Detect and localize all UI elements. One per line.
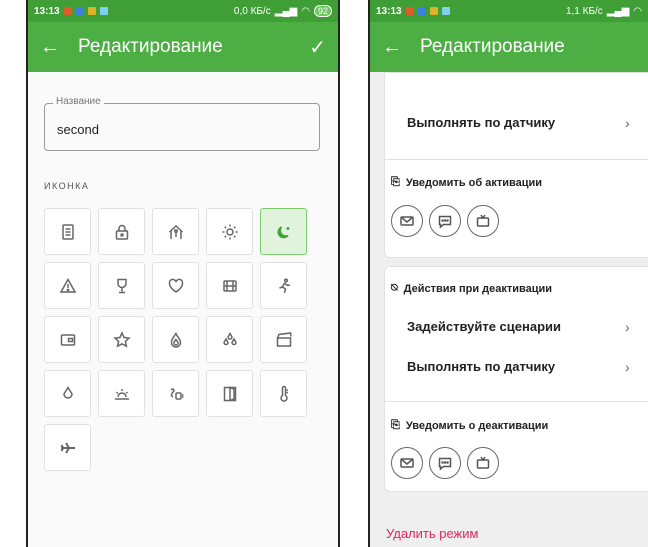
- tv-icon[interactable]: [467, 205, 499, 237]
- notification-bell-icon: ⎘: [391, 419, 400, 431]
- divider: [385, 159, 648, 160]
- running-icon[interactable]: [260, 262, 307, 309]
- name-field-label: Название: [53, 96, 104, 107]
- left-screen: 13:13 0,0 КБ/с ▂▄▆ ◠ 92 ← Редактирование…: [26, 0, 340, 547]
- kettle-icon[interactable]: [152, 370, 199, 417]
- wifi-icon: ◠: [301, 5, 310, 17]
- status-bar: 13:13 1,1 КБ/с ▂▄▆ ◠: [370, 0, 648, 22]
- chevron-right-icon[interactable]: ›: [625, 319, 630, 335]
- clapperboard-icon[interactable]: [260, 316, 307, 363]
- message-icon[interactable]: [429, 205, 461, 237]
- notification-icon: [63, 7, 72, 15]
- network-speed: 0,0 КБ/с: [233, 5, 271, 17]
- wifi-icon: ◠: [633, 5, 642, 17]
- deactivation-scenarios-label[interactable]: Задействуйте сценарии: [407, 319, 561, 334]
- notification-icon: [87, 7, 96, 15]
- icon-grid: [44, 208, 324, 471]
- icon-section-title: ИКОНКА: [44, 181, 90, 191]
- wallet-icon[interactable]: [44, 316, 91, 363]
- door-icon[interactable]: [206, 370, 253, 417]
- status-bar: 13:13 0,0 КБ/с ▂▄▆ ◠ 92: [28, 0, 338, 22]
- drops-icon[interactable]: [206, 316, 253, 363]
- sunset-icon[interactable]: [98, 370, 145, 417]
- star-icon[interactable]: [98, 316, 145, 363]
- notification-icon: [441, 7, 450, 15]
- notify-deactivation-row: ⎘ Уведомить о деактивации: [391, 419, 548, 432]
- notification-icon: [99, 7, 108, 15]
- deactivation-title-row: ⍉ Действия при деактивации: [391, 282, 552, 295]
- water-drop-icon[interactable]: [44, 370, 91, 417]
- page-title: Редактирование: [78, 36, 223, 57]
- message-icon[interactable]: [429, 447, 461, 479]
- notify-deactivation-label: Уведомить о деактивации: [405, 419, 549, 432]
- arrow-left-icon[interactable]: ←: [382, 36, 420, 59]
- chevron-right-icon[interactable]: ›: [625, 359, 630, 375]
- chevron-right-icon[interactable]: ›: [625, 115, 630, 131]
- name-field[interactable]: Название second: [44, 96, 320, 151]
- tv-icon[interactable]: [467, 447, 499, 479]
- signal-icon: ▂▄▆: [274, 5, 298, 17]
- notification-icon: [429, 7, 438, 15]
- deactivation-sensor-label[interactable]: Выполнять по датчику: [407, 359, 555, 374]
- status-time: 13:13: [34, 5, 60, 17]
- app-bar: ← Редактирование ✓: [28, 22, 338, 72]
- notification-icon: [417, 7, 426, 15]
- lock-icon[interactable]: [98, 208, 145, 255]
- fire-icon[interactable]: [152, 316, 199, 363]
- network-speed: 1,1 КБ/с: [565, 5, 603, 17]
- notify-activation-label: Уведомить об активации: [405, 176, 542, 189]
- heart-icon[interactable]: [152, 262, 199, 309]
- activation-card: Выполнять по датчику › ⎘ Уведомить об ак…: [384, 72, 648, 258]
- notification-bell-icon: ⎘: [391, 176, 400, 188]
- name-field-value[interactable]: second: [57, 122, 99, 137]
- mail-icon[interactable]: [391, 205, 423, 237]
- deactivation-notify-options: [391, 447, 499, 479]
- bell-off-icon: ⍉: [391, 282, 398, 294]
- delete-mode-button[interactable]: Удалить режим: [386, 526, 478, 541]
- deactivation-card: ⍉ Действия при деактивации Задействуйте …: [384, 266, 648, 492]
- signal-icon: ▂▄▆: [606, 5, 630, 17]
- moon-icon[interactable]: [260, 208, 307, 255]
- airplane-icon[interactable]: [44, 424, 91, 471]
- right-screen: 13:13 1,1 КБ/с ▂▄▆ ◠ ← Редактирование al…: [368, 0, 648, 547]
- arrow-left-icon[interactable]: ←: [40, 36, 78, 59]
- home-person-icon[interactable]: [152, 208, 199, 255]
- warning-icon[interactable]: [44, 262, 91, 309]
- status-time: 13:13: [376, 5, 402, 17]
- activation-notify-options: [391, 205, 499, 237]
- battery-icon: 92: [313, 5, 332, 17]
- notification-icon: [405, 7, 414, 15]
- notify-activation-row: ⎘ Уведомить об активации: [391, 176, 542, 189]
- divider: [385, 401, 648, 402]
- mail-icon[interactable]: [391, 447, 423, 479]
- wine-glass-icon[interactable]: [98, 262, 145, 309]
- activation-sensor-label[interactable]: Выполнять по датчику: [407, 115, 555, 130]
- deactivation-title: Действия при деактивации: [403, 282, 553, 295]
- app-bar: ← Редактирование: [370, 22, 648, 72]
- sun-icon[interactable]: [206, 208, 253, 255]
- page-title: Редактирование: [420, 36, 565, 57]
- check-icon[interactable]: ✓: [309, 35, 326, 60]
- thermometer-icon[interactable]: [260, 370, 307, 417]
- notification-icon: [75, 7, 84, 15]
- film-icon[interactable]: [206, 262, 253, 309]
- document-icon[interactable]: [44, 208, 91, 255]
